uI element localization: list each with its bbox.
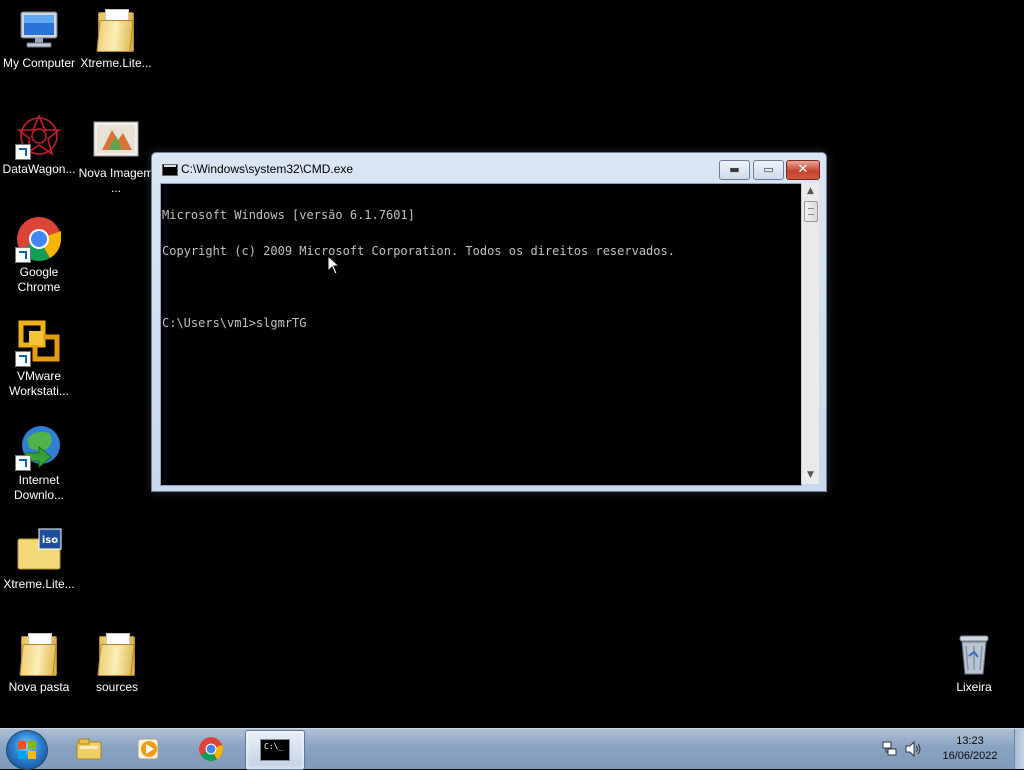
taskbar-cmd-button[interactable]: C:\_ [245, 730, 305, 770]
desktop-icon-xtreme-lite-iso[interactable]: iso Xtreme.Lite... [0, 527, 78, 592]
desktop-icon-internet-download-manager[interactable]: Internet Downlo... [0, 423, 78, 503]
desktop-icon-xtreme-lite-folder[interactable]: Xtreme.Lite... [77, 6, 155, 71]
system-tray: 13:23 16/06/2022 [876, 729, 1024, 769]
taskbar-media-player-button[interactable] [120, 730, 178, 768]
show-desktop-button[interactable] [1014, 729, 1024, 769]
console-output[interactable]: Microsoft Windows [versão 6.1.7601] Copy… [160, 183, 802, 486]
chrome-icon [15, 215, 63, 263]
window-title: C:\Windows\system32\CMD.exe [181, 162, 354, 176]
media-player-icon [137, 738, 159, 760]
image-icon [92, 116, 140, 164]
iso-icon: iso [15, 527, 63, 575]
desktop-icon-vmware-workstation[interactable]: VMware Workstati... [0, 319, 78, 399]
cmd-app-icon [162, 164, 178, 176]
maximize-icon: ▭ [763, 163, 774, 176]
console-prompt-line: C:\Users\vm1>slgmrTG [162, 316, 307, 330]
cmd-window[interactable]: C:\Windows\system32\CMD.exe ▬ ▭ ✕ Micros… [151, 152, 827, 492]
maximize-button[interactable]: ▭ [753, 160, 784, 180]
desktop-icon-sources[interactable]: sources [78, 630, 156, 695]
taskbar-explorer-button[interactable] [60, 730, 118, 768]
shortcut-arrow-icon [15, 247, 31, 263]
start-button[interactable] [6, 730, 48, 770]
folder-icon [92, 6, 140, 54]
desktop-icon-datawagon[interactable]: DataWagon... [0, 112, 78, 177]
chrome-icon [199, 737, 223, 761]
desktop-icon-label: My Computer [2, 56, 76, 70]
desktop-icon-label: Google Chrome [17, 265, 61, 294]
console-line-copyright: Copyright (c) 2009 Microsoft Corporation… [162, 244, 675, 258]
idm-icon [15, 423, 63, 471]
clock[interactable]: 13:23 16/06/2022 [936, 734, 1004, 764]
desktop-icon-recycle-bin[interactable]: Lixeira [935, 630, 1013, 695]
cmd-icon: C:\_ [260, 739, 290, 761]
desktop-icon-label: VMware Workstati... [9, 369, 69, 398]
recycle-bin-icon [950, 630, 998, 678]
desktop-icon-label: Lixeira [956, 680, 992, 694]
taskbar: C:\_ 13:23 16/06/2022 [0, 728, 1024, 770]
desktop-icon-google-chrome[interactable]: Google Chrome [0, 215, 78, 295]
vertical-scrollbar[interactable]: ▲ ▼ [801, 183, 819, 484]
volume-icon[interactable] [905, 741, 923, 757]
desktop-icon-label: Xtreme.Lite... [3, 577, 75, 591]
desktop-icon-nova-pasta[interactable]: Nova pasta [0, 630, 78, 695]
desktop-icon-label: Nova Imagem ... [78, 166, 154, 195]
shortcut-arrow-icon [15, 455, 31, 471]
shortcut-arrow-icon [15, 351, 31, 367]
computer-icon [15, 6, 63, 54]
svg-text:iso: iso [42, 535, 58, 546]
start-orb-icon [18, 741, 36, 759]
close-button[interactable]: ✕ [786, 160, 820, 180]
console-text: Microsoft Windows [versão 6.1.7601] Copy… [162, 185, 675, 353]
scroll-thumb[interactable] [804, 201, 818, 222]
folder-icon [93, 630, 141, 678]
mouse-cursor-icon [327, 255, 341, 275]
close-icon: ✕ [797, 162, 809, 177]
minimize-button[interactable]: ▬ [719, 160, 750, 180]
minimize-icon: ▬ [729, 163, 740, 176]
window-titlebar[interactable]: C:\Windows\system32\CMD.exe ▬ ▭ ✕ [152, 153, 826, 183]
desktop-icon-label: Nova pasta [8, 680, 70, 694]
cmd-icon-glyph: C:\_ [264, 742, 284, 751]
clock-time: 13:23 [956, 735, 984, 747]
clock-date: 16/06/2022 [942, 750, 998, 762]
console-line-version: Microsoft Windows [versão 6.1.7601] [162, 208, 415, 222]
desktop-icon-label: DataWagon... [2, 162, 76, 176]
datawagon-icon [15, 112, 63, 160]
taskbar-chrome-button[interactable] [182, 730, 240, 768]
network-icon[interactable] [882, 741, 898, 757]
scroll-up-icon[interactable]: ▲ [802, 183, 819, 200]
shortcut-arrow-icon [15, 144, 31, 160]
folder-icon [15, 630, 63, 678]
desktop-icon-label: sources [95, 680, 139, 694]
explorer-folder-icon [76, 738, 102, 760]
desktop-icon-my-computer[interactable]: My Computer [0, 6, 78, 71]
scroll-down-icon[interactable]: ▼ [802, 467, 819, 484]
vmware-icon [15, 319, 63, 367]
desktop-icon-label: Internet Downlo... [13, 473, 65, 502]
desktop-icon-nova-imagem[interactable]: Nova Imagem ... [77, 116, 155, 196]
desktop-icon-label: Xtreme.Lite... [80, 56, 152, 70]
